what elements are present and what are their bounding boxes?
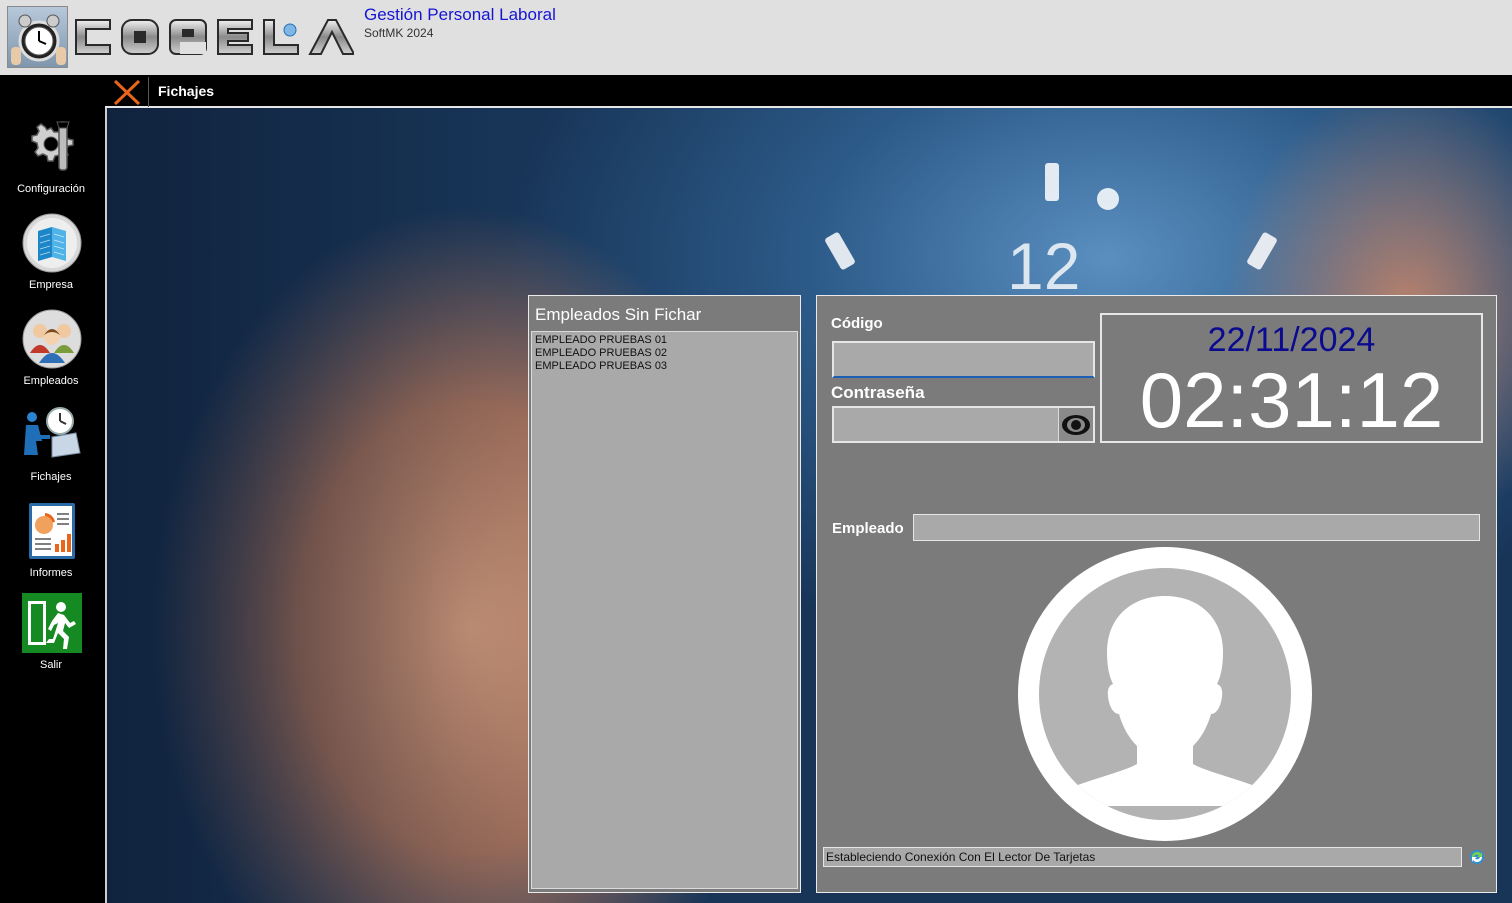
password-label: Contraseña bbox=[831, 383, 925, 402]
tab-fichajes[interactable]: Fichajes bbox=[158, 83, 214, 99]
sidebar-item-salir[interactable]: Salir bbox=[0, 593, 105, 685]
pending-employees-list[interactable]: EMPLEADO PRUEBAS 01 EMPLEADO PRUEBAS 02 … bbox=[531, 331, 798, 889]
people-icon bbox=[22, 309, 82, 369]
sidebar-item-empleados[interactable]: Empleados bbox=[0, 309, 105, 401]
sidebar-item-label: Empresa bbox=[28, 279, 74, 291]
clock-display: 22/11/2024 02:31:12 bbox=[1100, 313, 1483, 444]
sidebar-item-label: Informes bbox=[29, 567, 73, 579]
current-time: 02:31:12 bbox=[1139, 356, 1444, 444]
app-subtitle: SoftMK 2024 bbox=[364, 26, 434, 40]
building-icon bbox=[22, 213, 82, 273]
codigo-input[interactable] bbox=[832, 341, 1095, 378]
employee-name-field bbox=[913, 514, 1480, 541]
refresh-icon[interactable] bbox=[1469, 849, 1485, 865]
app-title: Gestión Personal Laboral bbox=[364, 5, 556, 24]
eye-icon bbox=[1062, 414, 1090, 435]
pending-panel-title: Empleados Sin Fichar bbox=[535, 305, 702, 324]
clock-worker-icon bbox=[22, 405, 82, 465]
close-icon bbox=[113, 79, 141, 106]
close-tab-button[interactable] bbox=[109, 77, 149, 107]
show-password-button[interactable] bbox=[1058, 408, 1093, 441]
report-icon bbox=[22, 501, 82, 561]
gear-wrench-icon bbox=[22, 117, 82, 177]
tab-bar: Fichajes bbox=[105, 75, 1512, 108]
punch-panel: Código Contraseña 22/11/2024 02:31:12 Em… bbox=[816, 295, 1497, 893]
list-item[interactable]: EMPLEADO PRUEBAS 01 bbox=[532, 334, 797, 347]
logo-wordmark bbox=[72, 14, 354, 60]
sidebar-item-label: Empleados bbox=[23, 375, 79, 387]
card-reader-status: Estableciendo Conexión Con El Lector De … bbox=[823, 847, 1462, 867]
sidebar-item-label: Salir bbox=[39, 659, 62, 671]
sidebar: Configuración Empresa Empleados Fichajes… bbox=[0, 75, 105, 903]
exit-icon bbox=[22, 593, 82, 653]
list-item[interactable]: EMPLEADO PRUEBAS 03 bbox=[532, 360, 797, 373]
list-item[interactable]: EMPLEADO PRUEBAS 02 bbox=[532, 347, 797, 360]
sidebar-item-fichajes[interactable]: Fichajes bbox=[0, 405, 105, 497]
employee-label: Empleado bbox=[832, 520, 904, 537]
alarm-clock-logo-icon bbox=[7, 6, 68, 68]
password-input[interactable] bbox=[832, 406, 1095, 443]
sidebar-item-informes[interactable]: Informes bbox=[0, 501, 105, 593]
pending-employees-panel: Empleados Sin Fichar EMPLEADO PRUEBAS 01… bbox=[528, 295, 801, 893]
codigo-label: Código bbox=[831, 315, 883, 332]
sidebar-item-configuracion[interactable]: Configuración bbox=[0, 117, 105, 209]
user-silhouette-icon bbox=[1057, 596, 1273, 806]
sidebar-item-label: Fichajes bbox=[30, 471, 72, 483]
employee-photo bbox=[1018, 547, 1312, 841]
app-header: Gestión Personal Laboral SoftMK 2024 bbox=[0, 0, 1512, 75]
sidebar-item-label: Configuración bbox=[17, 183, 85, 195]
sidebar-item-empresa[interactable]: Empresa bbox=[0, 213, 105, 305]
